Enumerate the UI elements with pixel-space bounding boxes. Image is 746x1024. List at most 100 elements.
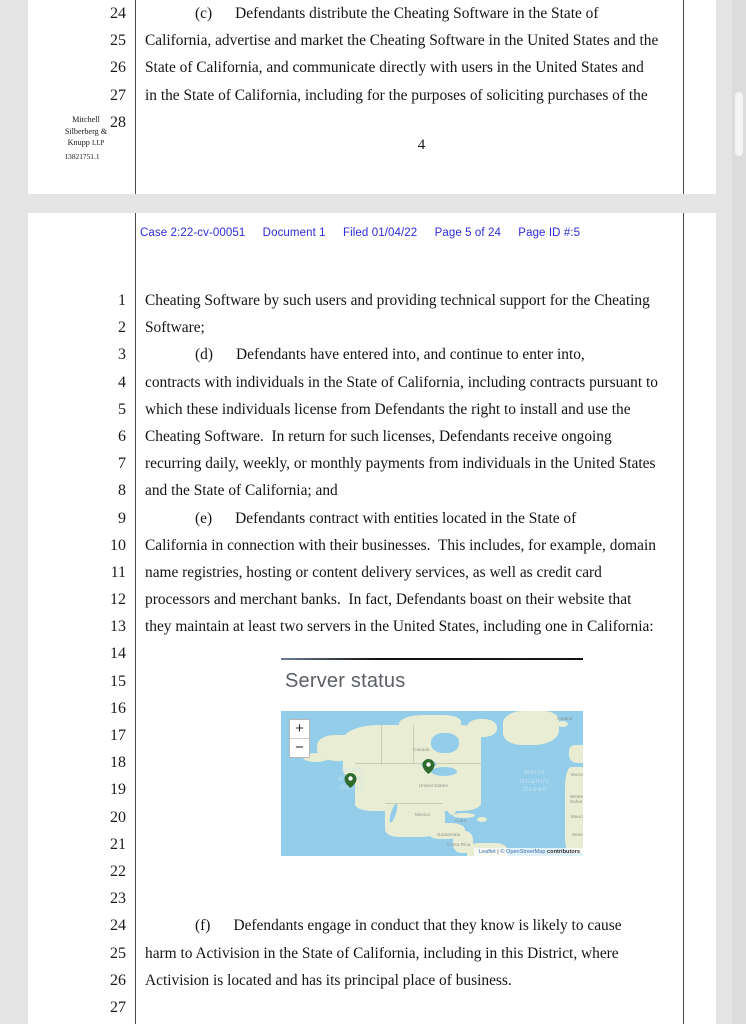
pleading-line: 1 Cheating Software by such users and pro… — [28, 287, 716, 314]
place-label-cuba: Cuba — [455, 818, 467, 823]
ocean-label-north-atlantic: North Atlantic Ocean — [519, 769, 551, 793]
pleading-line-text: which these individuals license from Def… — [145, 400, 631, 418]
pleading-line-number: 16 — [110, 699, 126, 717]
zoom-in-button[interactable]: + — [290, 720, 309, 738]
pleading-line-text: Activision is located and has its princi… — [145, 971, 512, 989]
pleading-line-number: 24 — [110, 5, 126, 22]
place-label-senegal: Senegal — [572, 832, 583, 837]
embedded-website-screenshot: Server status North Ocean North Atlantic… — [281, 658, 583, 856]
landmass-west-africa — [565, 767, 583, 853]
page-folio-number: 4 — [417, 137, 426, 153]
current-page-lines: 1 Cheating Software by such users and pro… — [28, 287, 716, 1021]
place-label-iceland: Iceland — [557, 716, 573, 721]
firm-name-line-2: Silberberg & — [64, 126, 108, 136]
pleading-line-number: 19 — [110, 781, 126, 799]
map-zoom-control[interactable]: + − — [289, 719, 310, 758]
map-attribution: Leaflet | © OpenStreetMap contributors — [473, 848, 583, 856]
leaflet-link[interactable]: Leaflet — [479, 849, 496, 855]
pleading-line: 24 (f) Defendants engage in conduct that… — [28, 912, 716, 939]
pleading-line-number: 21 — [110, 835, 126, 853]
border-provincial-2 — [413, 725, 414, 763]
leaflet-map[interactable]: NorthPacificOcean NorthAtlanticOcean Can… — [281, 711, 583, 856]
pleading-line: 2 Software; — [28, 314, 716, 341]
border-provincial — [381, 725, 382, 765]
firm-name-line-3: Knupp LLP — [67, 138, 105, 147]
pleading-line: 27 — [28, 994, 716, 1021]
landmass-iceland — [557, 721, 568, 727]
pleading-line: 9 (e) Defendants contract with entities … — [28, 505, 716, 532]
place-label-guatemala: Guatemala — [437, 832, 461, 837]
pleading-line: 13 they maintain at least two servers in … — [28, 613, 716, 640]
pleading-line-number: 3 — [118, 346, 126, 364]
pdf-viewer[interactable]: 24 (c) Defendants distribute the Cheatin… — [0, 0, 746, 1024]
pleading-line-number: 24 — [110, 917, 126, 935]
pleading-line-number: 6 — [118, 427, 126, 445]
pleading-line: 24 (c) Defendants distribute the Cheatin… — [28, 0, 716, 27]
ecf-filed-date: Filed 01/04/22 — [342, 227, 418, 239]
pleading-line: 8 and the State of California; and — [28, 477, 716, 504]
landmass-baffin — [467, 719, 497, 737]
law-firm-block: Mitchell Silberberg & Knupp LLP — [40, 114, 132, 150]
hudson-bay — [431, 733, 459, 753]
pleading-line-text: Cheating Software by such users and prov… — [145, 292, 650, 309]
firm-name-line-1: Mitchell — [72, 115, 100, 124]
pleading-line-number: 2 — [118, 319, 126, 337]
pleading-line-text: (f) Defendants engage in conduct that th… — [145, 917, 622, 935]
pleading-line-number: 14 — [110, 645, 126, 663]
server-status-heading: Server status — [285, 670, 406, 692]
ecf-header-stamp: Case 2:22-cv-00051 Document 1 Filed 01/0… — [140, 227, 580, 239]
pleading-line-number: 25 — [110, 32, 126, 50]
place-label-mauritania: Mauritania — [571, 814, 583, 819]
border-us-mexico — [385, 803, 443, 804]
pleading-line-number: 27 — [110, 86, 126, 104]
place-label-costa-rica: Costa Rica — [447, 842, 471, 847]
pleading-line: 3 (d) Defendants have entered into, and … — [28, 341, 716, 368]
pleading-line: 4 contracts with individuals in the State… — [28, 369, 716, 396]
pleading-line: 11 name registries, hosting or content de… — [28, 559, 716, 586]
pleading-line-text: contracts with individuals in the State … — [145, 373, 658, 391]
pleading-line: 22 — [28, 858, 716, 885]
zoom-out-button[interactable]: − — [290, 738, 309, 757]
map-marker-eastern-server[interactable] — [421, 759, 436, 774]
openstreetmap-link[interactable]: © OpenStreetMap — [500, 849, 545, 855]
pleading-line: 12 processors and merchant banks. In fact… — [28, 586, 716, 613]
vertical-scrollbar[interactable] — [732, 0, 746, 1024]
pleading-line-text: they maintain at least two servers in th… — [145, 618, 654, 636]
attribution-suffix: contributors — [547, 849, 580, 855]
pleading-line-text: (e) Defendants contract with entities lo… — [145, 509, 577, 527]
pleading-line-text: and the State of California; and — [145, 482, 338, 500]
pleading-line: 7 recurring daily, weekly, or monthly pay… — [28, 450, 716, 477]
landmass-greenland — [503, 711, 559, 745]
pleading-line-number: 26 — [110, 971, 126, 989]
pleading-line-number: 22 — [110, 862, 126, 880]
place-label-western-sahara: WesternSahara — [570, 794, 583, 804]
map-marker-california-server[interactable] — [343, 773, 358, 788]
pleading-line-number: 26 — [110, 59, 126, 77]
pleading-line-number: 8 — [118, 482, 126, 500]
ecf-page-number: Page 5 of 24 — [434, 227, 501, 239]
pleading-line: 23 — [28, 885, 716, 912]
pleading-line-text: processors and merchant banks. In fact, … — [145, 591, 632, 609]
firm-document-number: 13821751.1 — [64, 152, 100, 161]
pleading-line: 26 State of California, and communicate d… — [28, 54, 716, 81]
landmass-iberia — [569, 745, 583, 763]
place-label-mexico: Mexico — [415, 812, 431, 817]
pleading-line-number: 9 — [118, 509, 126, 527]
pleading-line-number: 12 — [110, 591, 126, 609]
pleading-line-text: State of California, and communicate dir… — [145, 59, 644, 77]
pleading-line-number: 25 — [110, 944, 126, 962]
pleading-line-number: 7 — [118, 455, 126, 473]
pleading-line-number: 10 — [110, 536, 126, 554]
pleading-line-number: 17 — [110, 727, 126, 744]
pleading-line-number: 1 — [118, 292, 126, 309]
place-label-united-states: United States — [419, 783, 448, 788]
scrollbar-thumb[interactable] — [735, 92, 743, 156]
pleading-line-text: recurring daily, weekly, or monthly paym… — [145, 455, 656, 473]
pleading-line-number: 27 — [110, 998, 126, 1016]
border-us-canada — [355, 763, 481, 764]
pleading-line-number: 11 — [110, 563, 126, 581]
ecf-document-number: Document 1 — [262, 227, 326, 239]
pleading-line-number: 15 — [110, 672, 126, 690]
place-label-canada: Canada — [413, 747, 430, 752]
pleading-line: 10 California in connection with their bu… — [28, 532, 716, 559]
